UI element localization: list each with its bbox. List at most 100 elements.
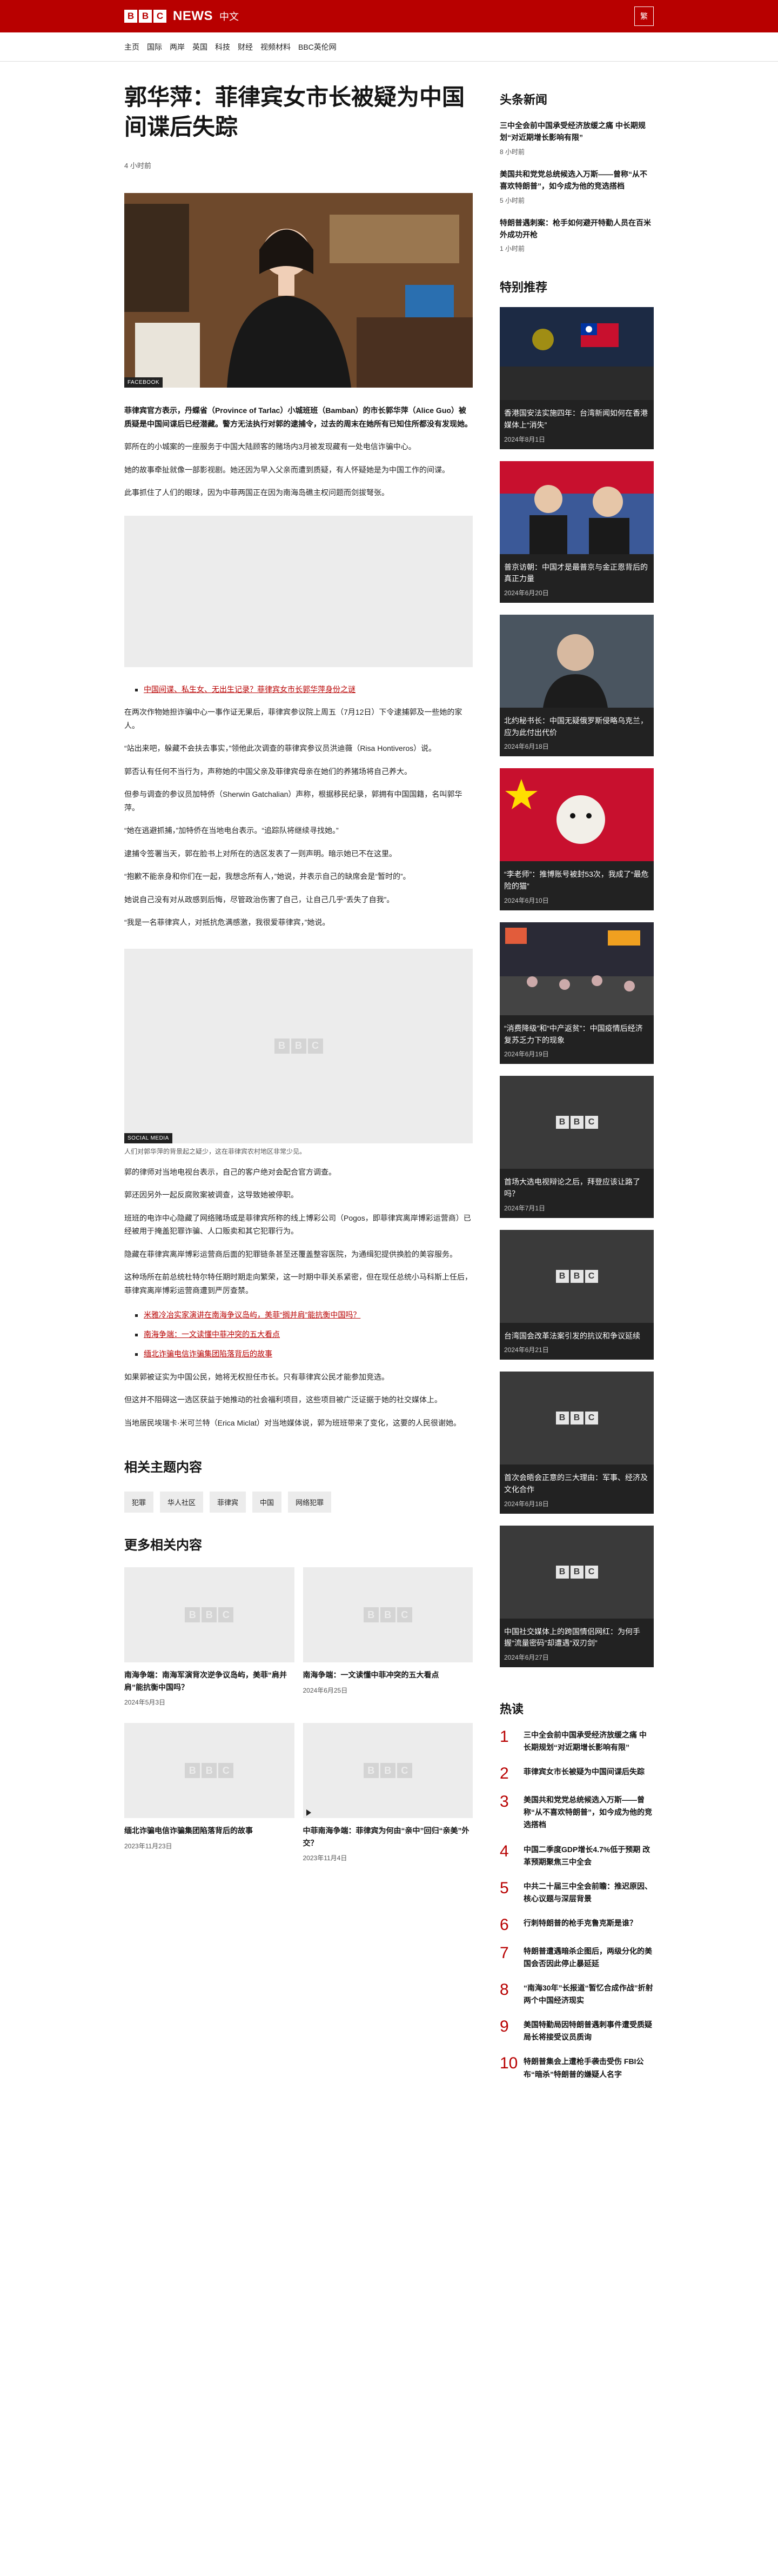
featured-image [500,922,654,1015]
featured-image: BBC [500,1525,654,1619]
article-paragraph: 但这并不阻碍这一选区获益于她推动的社会福利项目，这些项目被广泛证据于她的社交媒体… [124,1395,442,1405]
card-title: 缅北诈骗电信诈骗集团陷落背后的故事 [124,1826,253,1835]
card-thumbnail: BBC [303,1723,473,1819]
featured-card[interactable]: 北约秘书长：中国无疑俄罗斯侵略乌克兰，应为此付出代价 2024年6月18日 [500,615,654,757]
article-paragraph: 她的故事牵扯就像一部影视剧。她还因为早入父亲而遭到质疑，有人怀疑她是为中国工作的… [124,465,450,474]
featured-card[interactable]: 普京访朝：中国才是最普京与金正恩背后的真正力量 2024年6月20日 [500,461,654,603]
speaker-illustration [500,615,654,708]
nav-item-world[interactable]: 国际 [147,42,162,52]
sidebar: 头条新闻 三中全会前中国承受经济放缓之痛 中长期规划“对近期增长影响有限” 8 … [500,62,654,2081]
headlines-title: 头条新闻 [500,93,548,106]
logo-zh: 中文 [219,11,239,22]
nav-item-finance[interactable]: 财经 [238,42,253,52]
article-paragraph: 如果郭被证实为中国公民，她将无权担任市长。只有菲律宾公民才能参加竞选。 [124,1372,389,1381]
traditional-chinese-toggle[interactable]: 繁 [634,6,654,26]
bbc-placeholder-logo: BBC [555,1116,598,1129]
featured-title-text: 首次会晤会正意的三大理由：军事、经济及文化合作 [504,1473,648,1494]
popular-item[interactable]: 10 特朗普集会上遭枪手袭击受伤 FBI公布“暗杀”特朗普的嫌疑人名字 [500,2055,654,2080]
topic-tag[interactable]: 菲律宾 [210,1492,246,1513]
featured-title-text: 香港国安法实施四年：台湾新闻如何在香港媒体上“消失” [504,409,648,430]
play-icon [306,1809,311,1816]
popular-text: 美国特勤局因特朗普遇刺事件遭受质疑 局长将接受议员质询 [524,2020,652,2042]
article-lead: 菲律宾官方表示，丹蝶省（Province of Tarlac）小城班班（Bamb… [124,406,472,428]
headline-item[interactable]: 特朗普遇刺案：枪手如何避开特勤人员在百米外成功开枪 1 小时前 [500,217,654,254]
list-item: 南海争端：一文读懂中菲冲突的五大看点 [135,1328,473,1341]
featured-card[interactable]: “李老师”：推博账号被封53次，我成了“最危险的猫” 2024年6月10日 [500,768,654,910]
article-paragraph: 但参与调查的参议员加特侨（Sherwin Gatchalian）声称，根据移民纪… [124,790,462,812]
related-topics: 相关主题内容 犯罪 华人社区 菲律宾 中国 网络犯罪 [124,1456,473,1513]
popular-item[interactable]: 4 中国二季度GDP增长4.7%低于预期 改革预期聚焦三中全会 [500,1843,654,1868]
headline-text: 特朗普遇刺案：枪手如何避开特勤人员在百米外成功开枪 [500,218,651,239]
popular-item[interactable]: 9 美国特勤局因特朗普遇刺事件遭受质疑 局长将接受议员质询 [500,2019,654,2044]
popular-rank: 5 [500,1879,509,1897]
related-article-link[interactable]: 缅北诈骗电信诈骗集团陷落背后的故事 [144,1349,272,1358]
card-date: 2023年11月23日 [124,1842,172,1850]
article-paragraph: “我是一名菲律宾人，对抵抗危满感激，我很爱菲律宾，”她说。 [124,918,330,927]
nav-item-home[interactable]: 主页 [124,42,139,52]
headline-item[interactable]: 美国共和党党总统候选入万斯——曾称“从不喜欢特朗普”，如今成为他的竞选搭档 5 … [500,168,654,205]
headline-date: 5 小时前 [500,196,525,204]
article-paragraph: “站出来吧，躲藏不会扶去事实，”领他此次调查的菲律宾参议员洪迪薇（Risa Ho… [124,744,437,753]
headline-item[interactable]: 三中全会前中国承受经济放缓之痛 中长期规划“对近期增长影响有限” 8 小时前 [500,119,654,156]
topic-tag[interactable]: 华人社区 [160,1492,204,1513]
topic-tag[interactable]: 犯罪 [124,1492,154,1513]
popular-item[interactable]: 7 特朗普遭遇暗杀企图后，两级分化的美国会否因此停止暴延延 [500,1945,654,1970]
card-title: 南海争端：一文读懂中菲冲突的五大看点 [303,1670,439,1680]
featured-card[interactable]: BBC 中国社交媒体上的跨国情侣网红：为何手握“流量密码”却遭遇“双刃剑” 20… [500,1525,654,1668]
card-title: 南海争端：南海军演背次逆争议岛屿，美菲“肩并肩”能抗衡中国吗？ [124,1670,287,1692]
logo-letter: B [124,10,137,23]
topic-tag[interactable]: 网络犯罪 [288,1492,332,1513]
bbc-placeholder-logo: BBC [555,1565,598,1579]
featured-card[interactable]: 香港国安法实施四年：台湾新闻如何在香港媒体上“消失” 2024年8月1日 [500,307,654,449]
nav-item-uk[interactable]: 英国 [192,42,207,52]
popular-item[interactable]: 6 行刺特朗普的枪手克鲁克斯是谁？ [500,1915,654,1934]
popular-rank: 6 [500,1915,509,1934]
bbc-news-logo[interactable]: B B C NEWS 中文 [124,9,239,24]
article-paragraph: 班班的电诈中心隐藏了网络赌场或是菲律宾所称的线上博彩公司（Pogos，即菲律宾离… [124,1213,471,1236]
related-card[interactable]: BBC 南海争端：南海军演背次逆争议岛屿，美菲“肩并肩”能抗衡中国吗？ 2024… [124,1567,294,1707]
featured-card[interactable]: “消费降级”和“中产返贫”：中国疫情后经济复苏乏力下的现象 2024年6月19日 [500,922,654,1064]
article-paragraph: 在两次作物她担诈骗中心一事作证无果后，菲律宾参议院上周五（7月12日）下令逮捕郭… [124,708,462,730]
card-title: 中菲南海争端：菲律宾为何由“亲中”回归“亲美”外交？ [303,1826,470,1847]
topic-tag[interactable]: 中国 [252,1492,282,1513]
featured-date: 2024年6月18日 [504,1500,549,1508]
popular-item[interactable]: 5 中共二十届三中全会前瞻：推迟原因、核心议题与深层背景 [500,1880,654,1905]
related-links: 中国间谍、私生女、无出生记录？菲律宾女市长郭华萍身份之谜 [124,683,473,696]
featured-card[interactable]: BBC 首次会晤会正意的三大理由：军事、经济及文化合作 2024年6月18日 [500,1372,654,1514]
related-article-link[interactable]: 米雅冷冶实家演讲在南海争议岛屿，美菲“搁并肩”能抗衡中国吗？ [144,1310,360,1319]
page-title: 郭华萍：菲律宾女市长被疑为中国间谍后失踪 [124,84,465,139]
related-article-link[interactable]: 中国间谍、私生女、无出生记录？菲律宾女市长郭华萍身份之谜 [144,685,356,694]
related-article-link[interactable]: 南海争端：一文读懂中菲冲突的五大看点 [144,1330,280,1339]
popular-text: 中国二季度GDP增长4.7%低于预期 改革预期聚焦三中全会 [524,1845,650,1866]
image-caption: 人们对郭华萍的背景起之疑少，这在菲律宾农村地区非常少见。 [124,1147,306,1155]
featured-card[interactable]: BBC 首场大选电视辩论之后，拜登应该让路了吗？ 2024年7月1日 [500,1076,654,1218]
headline-text: 三中全会前中国承受经济放缓之痛 中长期规划“对近期增长影响有限” [500,121,646,142]
featured-title: 特别推荐 [500,281,548,295]
popular-text: 特朗普集会上遭枪手袭击受伤 FBI公布“暗杀”特朗普的嫌疑人名字 [524,2057,644,2079]
related-card[interactable]: BBC 南海争端：一文读懂中菲冲突的五大看点 2024年6月25日 [303,1567,473,1707]
popular-item[interactable]: 2 菲律宾女市长被疑为中国间谍后失踪 [500,1766,654,1782]
article-paragraph: 郭的律师对当地电视台表示，自己的客户绝对会配合官方调查。 [124,1167,336,1176]
featured-title-text: 普京访朝：中国才是最普京与金正恩背后的真正力量 [504,562,648,583]
popular-item[interactable]: 8 “南海30年”长报道“暂忆合成作战”折射两个中国经济现实 [500,1982,654,2007]
article-paragraph: “她在逃避抓捕，”加特侨在当地电台表示。“追踪队将继续寻找她。” [124,826,339,835]
related-card[interactable]: BBC 缅北诈骗电信诈骗集团陷落背后的故事 2023年11月23日 [124,1723,294,1862]
article-main: 郭华萍：菲律宾女市长被疑为中国间谍后失踪 4 小时前 FACEBOOK 菲律宾官… [124,62,473,2081]
popular-item[interactable]: 3 美国共和党党总统候选入万斯——曾称“从不喜欢特朗普”，如今成为他的竞选搭档 [500,1794,654,1831]
card-thumbnail: BBC [124,1567,294,1663]
popular-item[interactable]: 1 三中全会前中国承受经济放缓之痛 中长期规划“对近期增长影响有限” [500,1728,654,1754]
featured-card[interactable]: BBC 台湾国会改革法案引发的抗议和争议延续 2024年6月21日 [500,1229,654,1360]
featured-date: 2024年6月18日 [504,743,549,751]
bbc-placeholder-logo: BBC [185,1763,234,1779]
nav-item-tech[interactable]: 科技 [215,42,230,52]
nav-item-bbc-english[interactable]: BBC英伦网 [298,42,337,52]
more-related: 更多相关内容 BBC 南海争端：南海军演背次逆争议岛屿，美菲“肩并肩”能抗衡中国… [124,1534,473,1862]
nav-item-cross-strait[interactable]: 两岸 [170,42,185,52]
featured-image: BBC [500,1372,654,1465]
bbc-placeholder-logo: BBC [555,1269,598,1283]
featured-image: BBC [500,1229,654,1323]
related-card[interactable]: BBC 中菲南海争端：菲律宾为何由“亲中”回归“亲美”外交？ 2023年11月4… [303,1723,473,1862]
nav-item-video[interactable]: 视频材料 [260,42,291,52]
featured-image [500,615,654,708]
bbc-placeholder-logo: BBC [185,1607,234,1623]
